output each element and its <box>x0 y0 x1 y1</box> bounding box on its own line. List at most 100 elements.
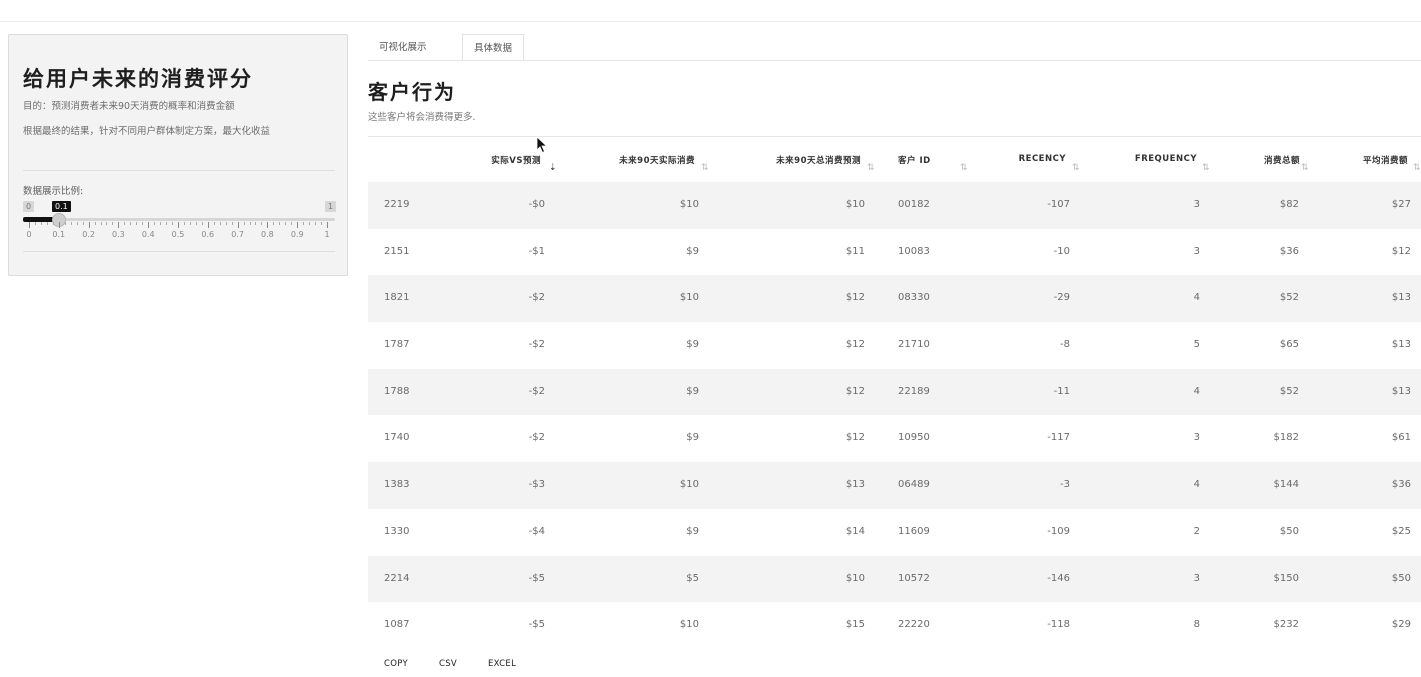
column-header-total-spend[interactable]: 消费总额 <box>1264 154 1300 166</box>
slider-tick <box>64 222 66 225</box>
cell-frequency: 2 <box>1193 525 1200 537</box>
slider-tick <box>225 222 227 225</box>
sidebar-purpose: 目的：预测消费者未来90天消费的概率和消费金额 <box>23 101 235 112</box>
cell-actual-vs-predicted: -$0 <box>528 199 545 210</box>
table-row[interactable]: 1383 -$3 $10 $13 06489 -3 4 $144 $36 <box>368 462 1421 509</box>
slider-tick <box>243 222 245 225</box>
column-header-recency[interactable]: RECENCY <box>1019 154 1066 164</box>
slider-tick <box>106 222 108 225</box>
divider <box>23 251 335 252</box>
slider-tick <box>309 222 311 225</box>
cell-customer-id: 21710 <box>898 339 930 351</box>
slider-track[interactable] <box>23 218 335 221</box>
slider-tick <box>82 222 84 225</box>
slider-tick <box>189 222 191 225</box>
cell-actual-vs-predicted: -$3 <box>528 479 545 491</box>
copy-button[interactable]: COPY <box>384 659 408 669</box>
sort-icon[interactable]: ⇅ <box>1413 163 1421 173</box>
cell-frequency: 3 <box>1193 572 1200 584</box>
table-row[interactable]: 2219 -$0 $10 $10 00182 -107 3 $82 $27 <box>368 182 1421 229</box>
cell-avg-spend: $13 <box>1391 385 1411 397</box>
slider-tick <box>327 222 328 228</box>
sort-icon[interactable]: ⇅ <box>1072 163 1080 173</box>
cell-recency: -10 <box>1053 245 1070 257</box>
cell-frequency: 4 <box>1193 479 1200 491</box>
cell-predicted-90d: $12 <box>845 339 865 351</box>
tab-visualization[interactable]: 可视化展示 <box>368 34 438 61</box>
sort-icon[interactable]: ⇅ <box>867 163 875 173</box>
slider-tick <box>58 222 60 228</box>
top-bar <box>0 0 1421 22</box>
cell-avg-spend: $25 <box>1391 525 1411 537</box>
table-row[interactable]: 1740 -$2 $9 $12 10950 -117 3 $182 $61 <box>368 415 1421 462</box>
cell-actual-90d: $9 <box>686 245 699 257</box>
column-header-actual-vs-predicted[interactable]: 实际VS预测 <box>491 154 541 166</box>
cell-actual-90d: $10 <box>679 292 699 304</box>
cell-row-index: 1087 <box>384 619 410 631</box>
cell-actual-vs-predicted: -$4 <box>528 525 545 537</box>
table-row[interactable]: 1821 -$2 $10 $12 08330 -29 4 $52 $13 <box>368 275 1421 323</box>
csv-button[interactable]: CSV <box>439 659 457 669</box>
cell-actual-90d: $10 <box>679 619 699 631</box>
cell-recency: -29 <box>1053 292 1070 304</box>
cell-total-spend: $36 <box>1279 245 1299 257</box>
table-row[interactable]: 1330 -$4 $9 $14 11609 -109 2 $50 $25 <box>368 509 1421 556</box>
cell-recency: -11 <box>1053 385 1070 397</box>
tab-data[interactable]: 具体数据 <box>462 34 525 61</box>
cell-frequency: 8 <box>1193 619 1200 631</box>
cell-recency: -3 <box>1060 479 1070 491</box>
sort-icon[interactable]: ⇅ <box>1202 163 1210 173</box>
cell-predicted-90d: $11 <box>845 245 865 257</box>
sort-icon[interactable]: ⇅ <box>701 163 709 173</box>
cell-frequency: 4 <box>1193 385 1200 397</box>
mouse-cursor-icon <box>536 136 548 154</box>
cell-avg-spend: $13 <box>1391 292 1411 304</box>
slider-tick-label: 0.5 <box>171 230 185 239</box>
cell-recency: -146 <box>1047 572 1070 584</box>
cell-actual-90d: $9 <box>686 385 699 397</box>
table-row[interactable]: 2214 -$5 $5 $10 10572 -146 3 $150 $50 <box>368 555 1421 603</box>
column-header-predicted-90d[interactable]: 未来90天总消费预测 <box>776 154 861 166</box>
cell-total-spend: $52 <box>1279 385 1299 397</box>
cell-actual-90d: $9 <box>686 525 699 537</box>
cell-customer-id: 06489 <box>898 479 930 491</box>
cell-predicted-90d: $15 <box>845 619 865 631</box>
cell-row-index: 1821 <box>384 292 410 304</box>
slider-tick <box>130 222 132 225</box>
cell-total-spend: $65 <box>1279 339 1299 351</box>
excel-button[interactable]: EXCEL <box>488 659 516 669</box>
slider-tick <box>267 222 269 228</box>
column-header-avg-spend[interactable]: 平均消费额 <box>1363 154 1408 166</box>
sidebar-title: 给用户未来的消费评分 <box>23 67 253 91</box>
slider-tick-label: 0.2 <box>82 230 95 239</box>
cell-frequency: 3 <box>1193 432 1200 444</box>
cell-predicted-90d: $12 <box>845 432 865 444</box>
divider <box>23 170 335 171</box>
sort-icon[interactable]: ⇅ <box>960 163 968 173</box>
table-row[interactable]: 1087 -$5 $10 $15 22220 -118 8 $232 $29 <box>368 602 1421 649</box>
cell-recency: -8 <box>1060 339 1070 351</box>
column-header-frequency[interactable]: FREQUENCY <box>1135 154 1197 164</box>
slider-tick-label: 0.9 <box>290 230 304 239</box>
cell-row-index: 2214 <box>384 572 410 584</box>
cell-total-spend: $232 <box>1273 619 1299 631</box>
table-row[interactable]: 1787 -$2 $9 $12 21710 -8 5 $65 $13 <box>368 322 1421 369</box>
slider-tick <box>207 222 209 228</box>
slider-tick <box>124 222 126 225</box>
column-header-customer-id[interactable]: 客户 ID <box>898 154 931 166</box>
sidebar-description: 根据最终的结果，针对不同用户群体制定方案，最大化收益 <box>23 126 271 137</box>
table-row[interactable]: 2151 -$1 $9 $11 10083 -10 3 $36 $12 <box>368 229 1421 276</box>
cell-customer-id: 08330 <box>898 292 930 304</box>
cell-predicted-90d: $10 <box>845 572 865 584</box>
cell-predicted-90d: $14 <box>845 525 865 537</box>
slider-tick <box>285 222 287 225</box>
cell-total-spend: $82 <box>1279 199 1299 210</box>
sort-icon[interactable]: ⇅ <box>1301 163 1309 173</box>
cell-recency: -117 <box>1047 432 1070 444</box>
slider-tick <box>255 222 257 225</box>
table-row[interactable]: 1788 -$2 $9 $12 22189 -11 4 $52 $13 <box>368 368 1421 416</box>
slider-tick <box>94 222 96 225</box>
cell-row-index: 2151 <box>384 245 410 257</box>
column-header-actual-90d[interactable]: 未来90天实际消费 <box>619 154 695 166</box>
sort-desc-icon[interactable]: ⇣ <box>549 163 557 173</box>
